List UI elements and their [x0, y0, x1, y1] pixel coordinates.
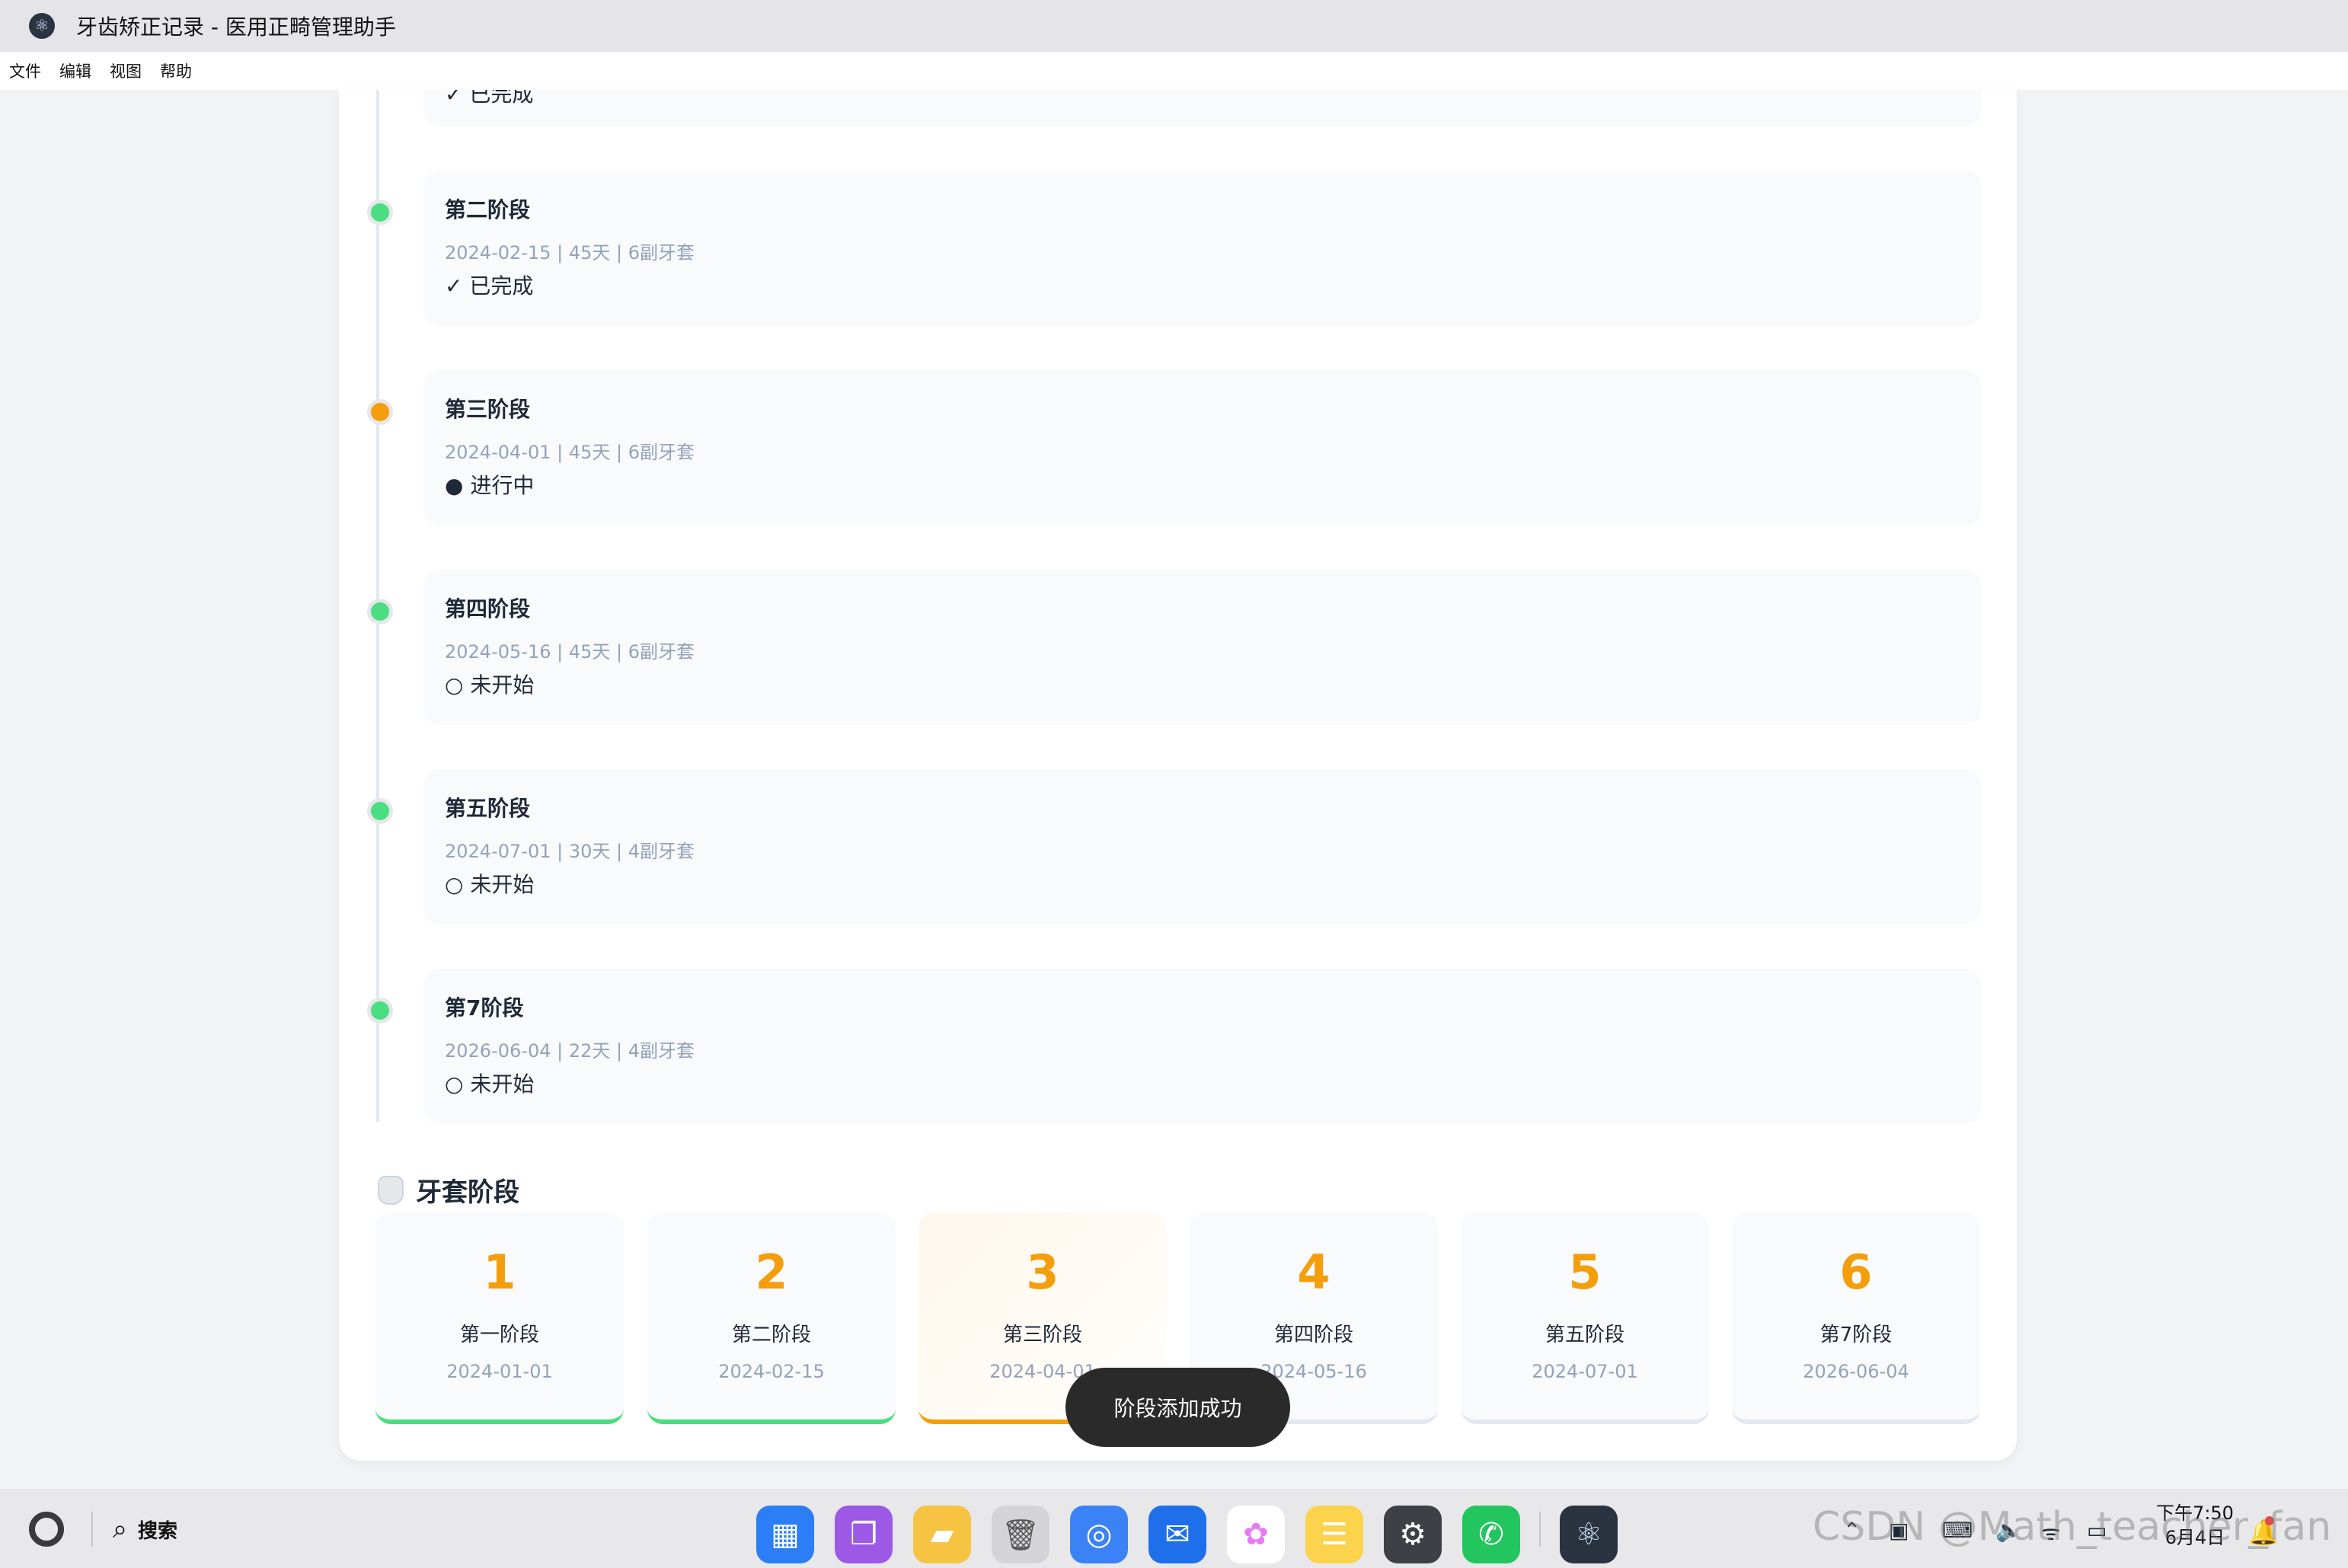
stage-name: 第7阶段 — [445, 995, 524, 1020]
menu-bar: 文件 编辑 视图 帮助 — [0, 52, 2348, 90]
aligner-card[interactable]: 1 第一阶段 2024-01-01 — [375, 1212, 624, 1424]
menu-view[interactable]: 视图 — [110, 59, 142, 82]
title-bar: ⚛ 牙齿矫正记录 - 医用正畸管理助手 — [0, 0, 2348, 52]
aligner-card[interactable]: 2 第二阶段 2024-02-15 — [647, 1212, 896, 1424]
section-title: 牙套阶段 — [378, 1171, 519, 1209]
stage-status: ✓ 已完成 — [445, 273, 534, 299]
timeline-dot-active — [367, 399, 393, 425]
section-title-text: 牙套阶段 — [416, 1177, 519, 1208]
settings-icon[interactable]: ⚙ — [1384, 1506, 1442, 1563]
files-icon[interactable]: ▰ — [913, 1506, 971, 1563]
menu-edit[interactable]: 编辑 — [59, 59, 91, 82]
taskbar-divider — [91, 1512, 93, 1547]
aligner-date: 2024-02-15 — [718, 1361, 825, 1382]
aligner-name: 第四阶段 — [1273, 1324, 1353, 1346]
mail-icon[interactable]: ✉ — [1148, 1506, 1206, 1563]
stage-meta: 2024-02-15 | 45天 | 6副牙套 — [445, 242, 695, 263]
aligner-name: 第一阶段 — [459, 1324, 539, 1346]
aligner-number: 1 — [483, 1244, 516, 1300]
menu-file[interactable]: 文件 — [9, 59, 41, 82]
aligner-number: 2 — [755, 1244, 788, 1300]
aligner-number: 4 — [1297, 1244, 1331, 1300]
active-app-icon[interactable]: ⚛ — [1560, 1506, 1618, 1563]
aligner-card[interactable]: 5 第五阶段 2024-07-01 — [1461, 1212, 1709, 1424]
stage-status: ○ 未开始 — [445, 672, 535, 698]
stage-name: 第四阶段 — [445, 596, 531, 621]
app-launcher-icon[interactable]: ▦ — [756, 1506, 814, 1563]
aligner-card[interactable]: 6 第7阶段 2026-06-04 — [1732, 1212, 1980, 1424]
stage-card[interactable]: 第四阶段 2024-05-16 | 45天 | 6副牙套 ○ 未开始 — [423, 570, 1982, 725]
stage-meta: 2026-06-04 | 22天 | 4副牙套 — [445, 1040, 695, 1062]
timeline-dot-pending — [367, 599, 393, 624]
window-title: 牙齿矫正记录 - 医用正畸管理助手 — [76, 14, 396, 40]
photos-icon[interactable]: ✿ — [1227, 1506, 1285, 1563]
stage-card-partial[interactable]: ✓ 已完成 — [423, 90, 1982, 126]
notes-icon[interactable]: ☰ — [1305, 1506, 1363, 1563]
timeline-dot-pending — [367, 998, 393, 1024]
trash-icon[interactable]: 🗑 — [992, 1506, 1049, 1563]
aligner-name: 第7阶段 — [1819, 1324, 1893, 1346]
aligner-name: 第二阶段 — [731, 1324, 811, 1346]
stage-meta: 2024-07-01 | 30天 | 4副牙套 — [445, 841, 695, 862]
aligner-date: 2024-07-01 — [1532, 1361, 1638, 1382]
app-icon: ⚛ — [29, 13, 55, 39]
search-label: 搜索 — [138, 1519, 178, 1543]
aligner-name: 第三阶段 — [1002, 1324, 1082, 1346]
aligner-date: 2026-06-04 — [1803, 1361, 1909, 1382]
stage-name: 第五阶段 — [445, 796, 531, 821]
stage-card[interactable]: 第三阶段 2024-04-01 | 45天 | 6副牙套 ● 进行中 — [423, 370, 1982, 525]
aligner-name: 第五阶段 — [1545, 1324, 1624, 1346]
aligner-number: 3 — [1026, 1244, 1059, 1300]
browser-icon[interactable]: ◎ — [1070, 1506, 1128, 1563]
toast-message: 阶段添加成功 — [1065, 1368, 1290, 1447]
tooth-icon — [378, 1175, 404, 1205]
watermark: CSDN @Math_teacher_fan — [1813, 1504, 2332, 1550]
stage-status: ○ 未开始 — [445, 1071, 535, 1097]
wechat-icon[interactable]: ✆ — [1462, 1506, 1520, 1563]
stage-meta: 2024-05-16 | 45天 | 6副牙套 — [445, 641, 695, 663]
timeline-dot-pending — [367, 798, 393, 824]
stage-name: 第二阶段 — [445, 197, 531, 222]
stage-status: ✓ 已完成 — [445, 90, 534, 107]
stage-card[interactable]: 第五阶段 2024-07-01 | 30天 | 4副牙套 ○ 未开始 — [423, 769, 1982, 925]
stage-card[interactable]: 第7阶段 2026-06-04 | 22天 | 4副牙套 ○ 未开始 — [423, 969, 1982, 1124]
aligner-number: 5 — [1568, 1244, 1602, 1300]
timeline-dot-done — [367, 200, 393, 225]
search-icon: ⌕ — [113, 1514, 128, 1544]
start-button[interactable] — [29, 1512, 64, 1547]
stage-card[interactable]: 第二阶段 2024-02-15 | 45天 | 6副牙套 ✓ 已完成 — [423, 171, 1982, 326]
menu-help[interactable]: 帮助 — [160, 59, 192, 82]
taskbar-divider — [1539, 1512, 1541, 1547]
stage-status: ○ 未开始 — [445, 872, 535, 897]
stage-meta: 2024-04-01 | 45天 | 6副牙套 — [445, 442, 695, 463]
multitask-icon[interactable]: ❐ — [835, 1506, 893, 1563]
taskbar-search[interactable]: ⌕ 搜索 — [113, 1512, 177, 1547]
aligner-date: 2024-01-01 — [446, 1361, 553, 1382]
aligner-number: 6 — [1839, 1244, 1873, 1300]
stage-name: 第三阶段 — [445, 397, 531, 422]
stage-status: ● 进行中 — [445, 473, 535, 498]
